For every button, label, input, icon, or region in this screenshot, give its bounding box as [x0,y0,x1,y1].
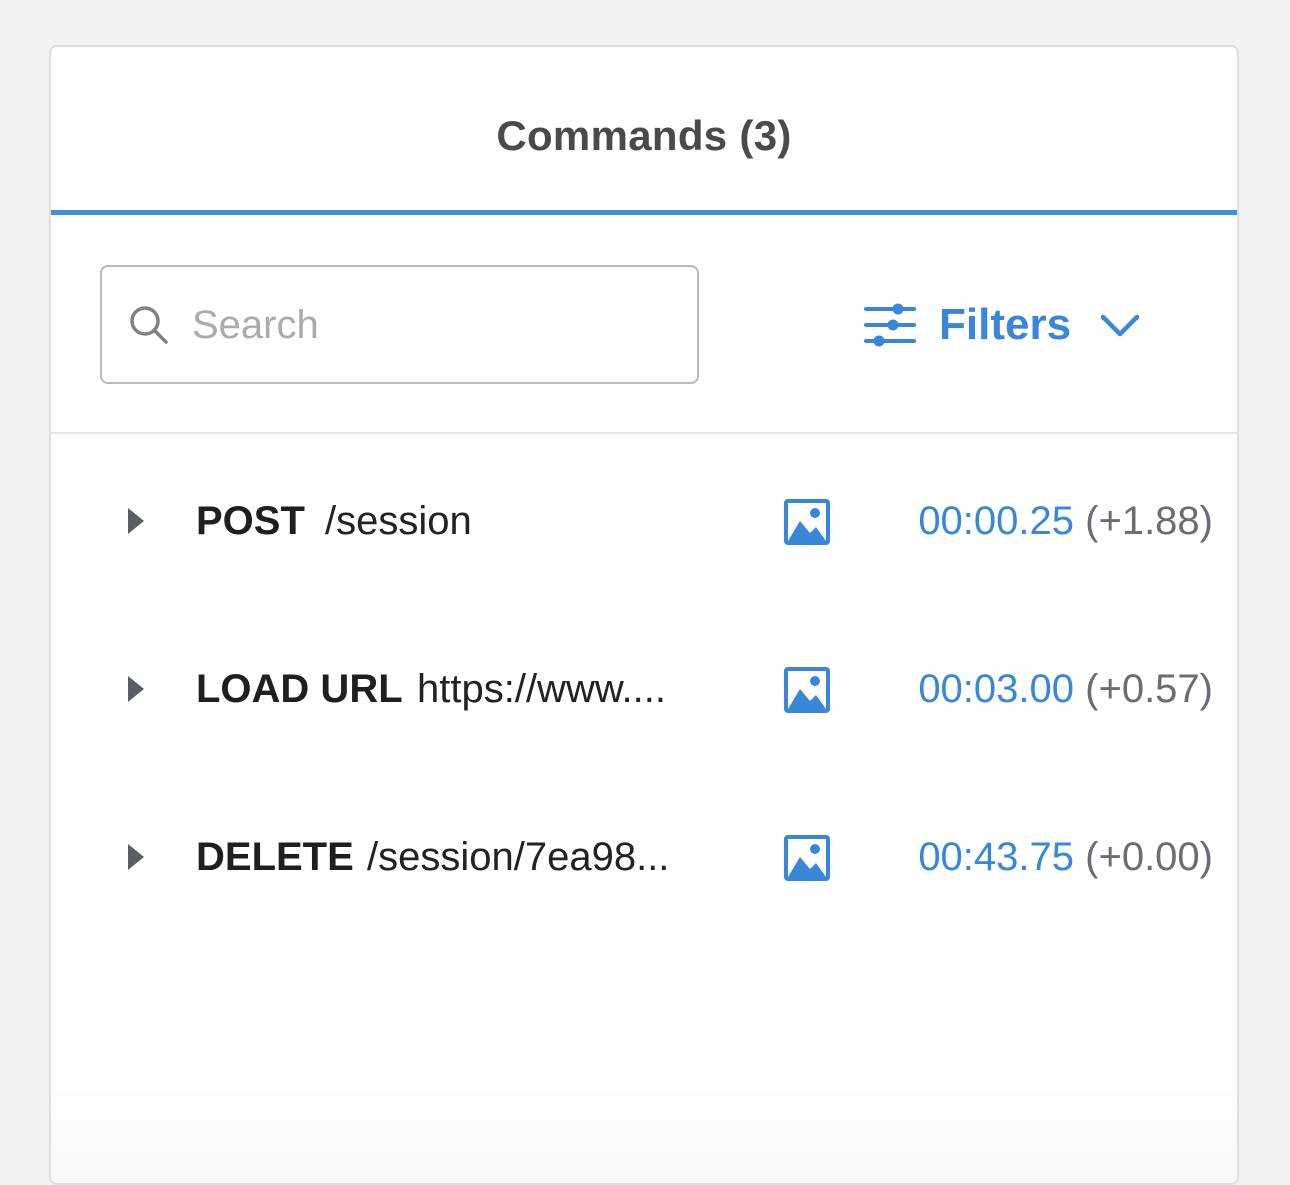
image-icon[interactable] [784,499,830,545]
command-row[interactable]: DELETE /session/7ea98... 00:43.75 (+0.00… [51,809,1237,909]
command-path: /session [325,499,472,543]
command-time: 00:00.25 [918,499,1075,543]
command-timing: 00:03.00 (+0.57) [918,667,1213,712]
toolbar: Filters [51,215,1237,434]
filters-button[interactable]: Filters [863,295,1141,355]
command-method: DELETE [196,835,354,879]
caret-right-icon[interactable] [124,506,146,536]
tab-commands[interactable]: Commands (3) [51,47,1237,217]
list-fade [51,1087,1237,1183]
caret-right-icon[interactable] [124,842,146,872]
command-path: https://www.... [417,667,666,711]
image-icon[interactable] [784,667,830,713]
command-delta: (+0.00) [1085,835,1213,879]
command-delta: (+0.57) [1085,667,1213,711]
command-row[interactable]: POST /session 00:00.25 (+1.88) [51,473,1237,573]
command-time: 00:43.75 [918,835,1075,879]
command-row[interactable]: LOAD URL https://www.... 00:03.00 (+0.57… [51,641,1237,741]
command-time: 00:03.00 [918,667,1075,711]
command-timing: 00:43.75 (+0.00) [918,835,1213,880]
commands-panel: Commands (3) Filters [49,45,1239,1185]
image-icon[interactable] [784,835,830,881]
chevron-down-icon [1100,314,1140,337]
command-method: POST [196,499,305,543]
sliders-icon [864,303,916,347]
caret-right-icon[interactable] [124,674,146,704]
command-path: /session/7ea98... [367,835,670,879]
search-box[interactable] [100,265,699,384]
search-icon [130,306,168,344]
command-timing: 00:00.25 (+1.88) [918,499,1213,544]
filters-label: Filters [939,300,1072,349]
command-method: LOAD URL [196,667,403,711]
tab-title: Commands (3) [496,112,792,159]
command-delta: (+1.88) [1085,499,1213,543]
search-input[interactable] [192,287,682,363]
